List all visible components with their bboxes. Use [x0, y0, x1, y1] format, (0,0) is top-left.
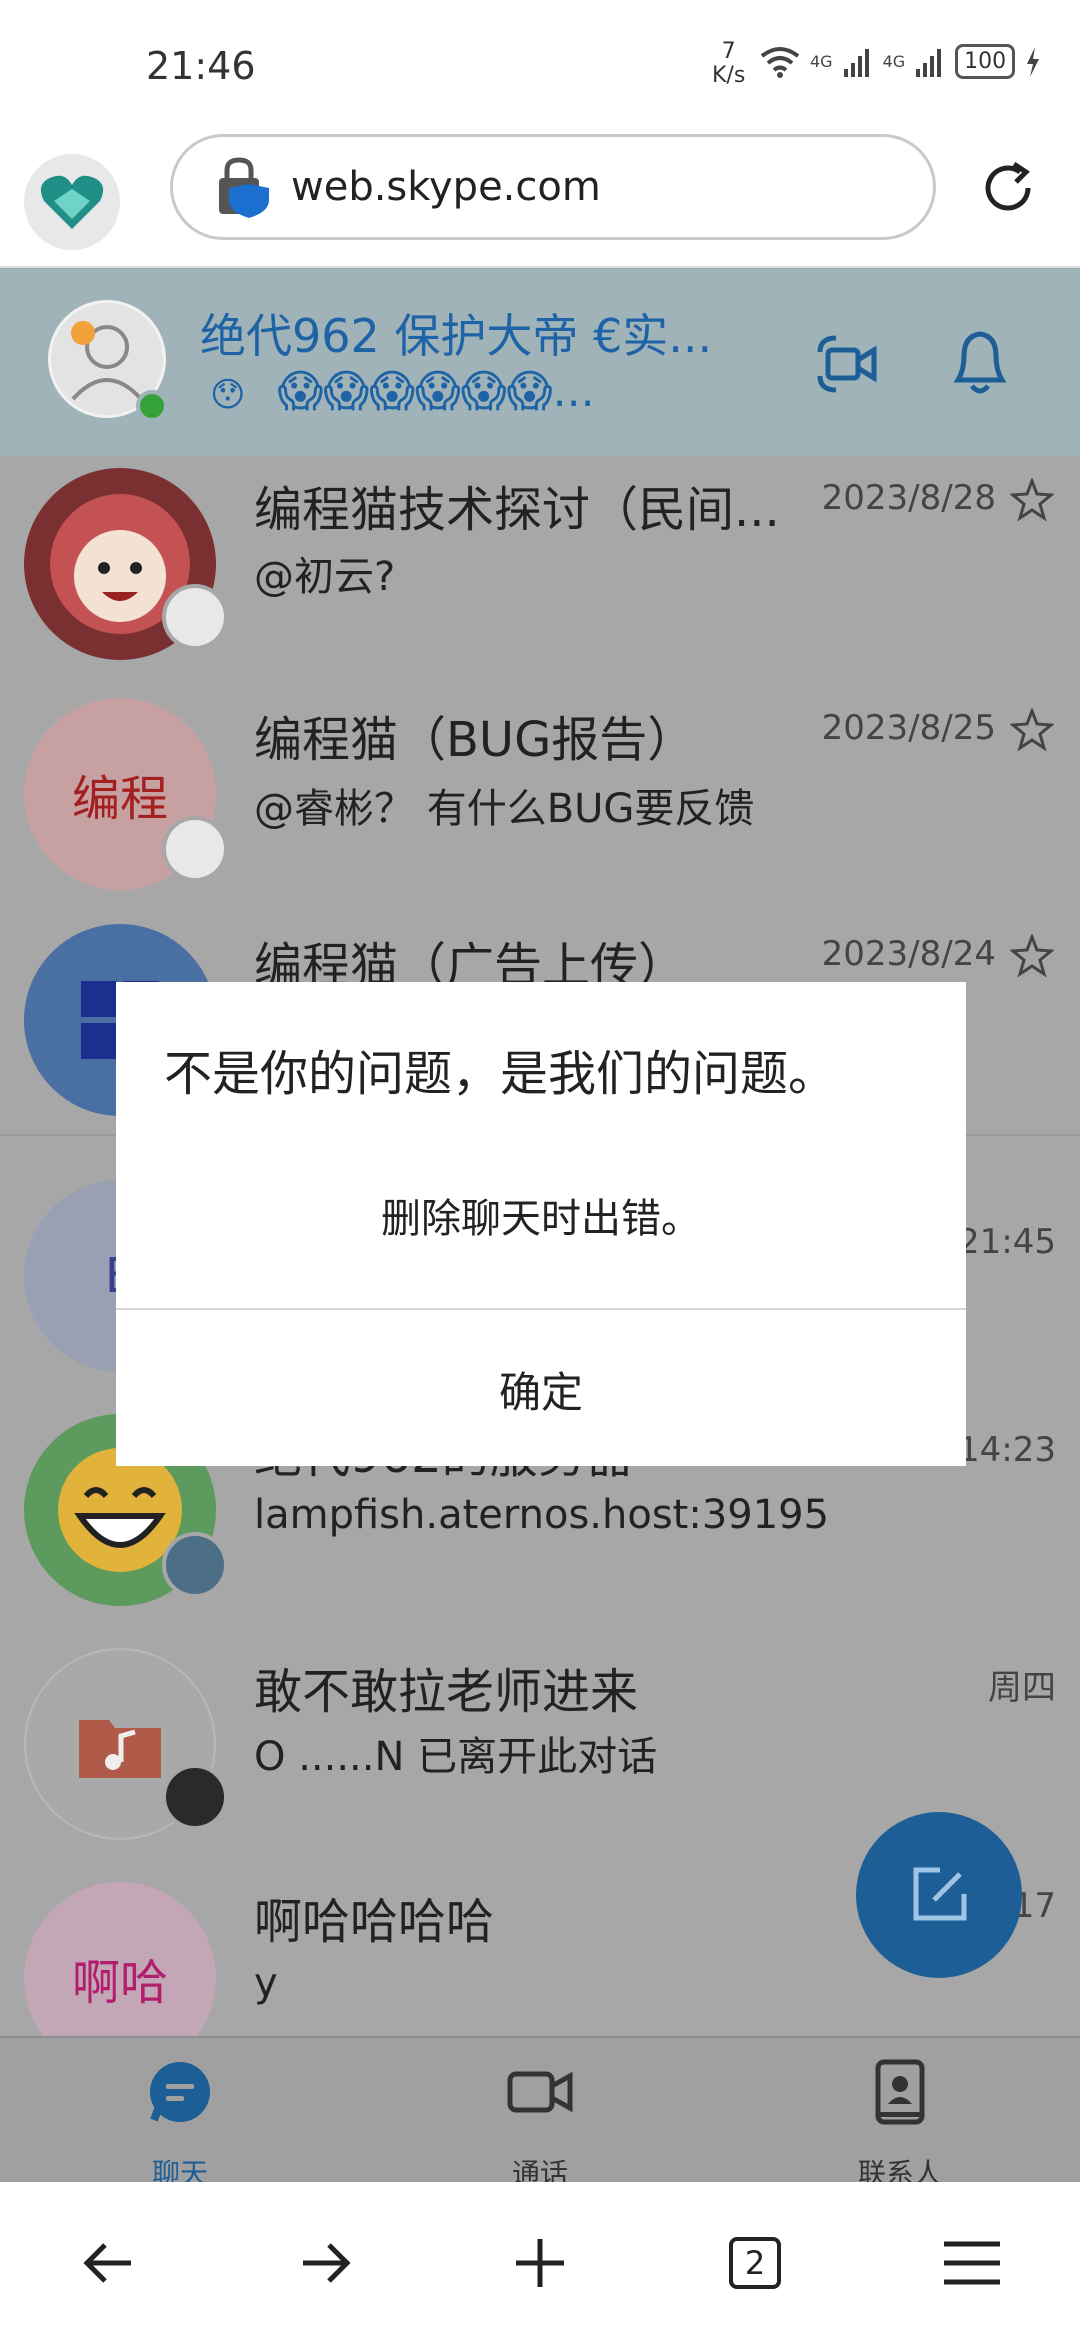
- reload-icon[interactable]: [976, 156, 1040, 220]
- chat-bubble-icon: [150, 2062, 210, 2122]
- compose-icon: [913, 1867, 967, 1921]
- chat-preview: y: [254, 1960, 278, 2006]
- tabs-button[interactable]: 2: [720, 2228, 790, 2298]
- chat-date: 2023/8/24: [821, 934, 996, 974]
- url-field[interactable]: web.skype.com: [170, 134, 936, 240]
- menu-button[interactable]: [937, 2228, 1007, 2298]
- battery-icon: 100: [955, 44, 1016, 79]
- network-speed-unit: K/s: [712, 63, 746, 88]
- chat-date: 2023/8/28: [821, 478, 996, 518]
- dialog-title: 不是你的问题，是我们的问题。: [164, 1046, 837, 1102]
- new-tab-button[interactable]: [505, 2228, 575, 2298]
- chat-sub-avatar: [162, 1764, 228, 1830]
- dialog-message: 删除聊天时出错。: [381, 1196, 701, 1242]
- browser-address-bar: web.skype.com: [0, 120, 1080, 268]
- chat-name: 编程猫技术探讨（民间...: [254, 482, 780, 538]
- chat-date: 14:23: [958, 1430, 1056, 1470]
- status-time: 21:46: [146, 44, 256, 88]
- profile-mood[interactable]: 😯 😱😱😱😱😱😱...: [210, 366, 595, 417]
- chat-item[interactable]: 编程 编程猫（BUG报告） @睿彬？ 有什么BUG要反馈 2023/8/25: [0, 682, 1080, 916]
- chat-item[interactable]: 编程猫技术探讨（民间... @初云? 2023/8/28: [0, 456, 1080, 682]
- chat-avatar: 啊哈: [24, 1882, 216, 2036]
- new-chat-button[interactable]: [856, 1812, 1022, 1978]
- network-type-1: 4G: [810, 52, 833, 71]
- star-icon[interactable]: [1010, 934, 1054, 978]
- back-button[interactable]: [74, 2228, 144, 2298]
- skype-header: 绝代962 保护大帝 €实... 😯 😱😱😱😱😱😱...: [0, 268, 1080, 456]
- notification-bell-icon[interactable]: [944, 320, 1016, 400]
- forward-button[interactable]: [290, 2228, 360, 2298]
- star-icon[interactable]: [1010, 708, 1054, 752]
- chat-name: 啊哈哈哈哈: [254, 1894, 495, 1950]
- chat-date: 21:45: [958, 1222, 1056, 1262]
- star-icon[interactable]: [1010, 478, 1054, 522]
- network-type-2: 4G: [882, 52, 906, 71]
- back-arrow-icon: [83, 2243, 131, 2283]
- status-bar: 21:46 7 K/s 4G 4G 100: [0, 0, 1080, 120]
- chat-sub-avatar: [162, 816, 228, 882]
- url-text: web.skype.com: [291, 164, 601, 210]
- lock-shield-icon: [219, 157, 269, 218]
- chat-sub-avatar: [162, 1532, 228, 1598]
- mood-text: 😱😱😱😱😱😱...: [277, 366, 595, 417]
- dialog-divider: [116, 1308, 966, 1310]
- charging-icon: [1027, 46, 1040, 77]
- dialog-ok-button[interactable]: 确定: [116, 1312, 966, 1466]
- chat-name: 敢不敢拉老师进来: [254, 1664, 639, 1720]
- browser-logo-icon: [40, 175, 104, 229]
- forward-arrow-icon: [303, 2243, 351, 2283]
- wifi-icon: [760, 46, 800, 78]
- error-dialog: 不是你的问题，是我们的问题。 删除聊天时出错。 确定: [116, 982, 966, 1466]
- nav-contacts[interactable]: 联系人: [790, 2038, 1010, 2190]
- tab-count: 2: [729, 2237, 781, 2289]
- music-folder-icon: [79, 1720, 161, 1778]
- nav-chat[interactable]: 聊天: [70, 2038, 290, 2190]
- chat-name: 编程猫（BUG报告）: [254, 712, 696, 768]
- video-call-icon[interactable]: [812, 328, 884, 400]
- chat-date: 2023/8/25: [821, 708, 996, 748]
- signal-icon-2: [916, 48, 942, 77]
- chat-date: 周四: [988, 1668, 1056, 1708]
- video-camera-icon: [507, 2071, 573, 2113]
- network-speed-value: 7: [721, 39, 736, 64]
- chat-preview: @睿彬？ 有什么BUG要反馈: [254, 786, 755, 832]
- chat-preview: lampfish.aternos.host:39195: [254, 1492, 830, 1538]
- hamburger-menu-icon: [944, 2241, 1000, 2285]
- network-speed: 7 K/s: [712, 40, 745, 88]
- plus-icon: [516, 2239, 564, 2287]
- chat-preview: O ......N 已离开此对话: [254, 1734, 658, 1780]
- mood-face-icon: 😯: [210, 375, 246, 415]
- signal-icon: [843, 48, 869, 77]
- status-icons: 4G 4G 100: [760, 44, 1041, 79]
- chat-preview: @初云?: [254, 554, 396, 600]
- chat-sub-avatar: [162, 584, 228, 650]
- nav-calls[interactable]: 通话: [430, 2038, 650, 2190]
- contacts-book-icon: [875, 2059, 925, 2125]
- presence-indicator: [136, 390, 168, 422]
- browser-toolbar: 2: [0, 2182, 1080, 2340]
- profile-name[interactable]: 绝代962 保护大帝 €实...: [200, 300, 712, 366]
- browser-logo[interactable]: [24, 154, 120, 250]
- skype-bottom-nav: 聊天 通话 联系人: [0, 2036, 1080, 2190]
